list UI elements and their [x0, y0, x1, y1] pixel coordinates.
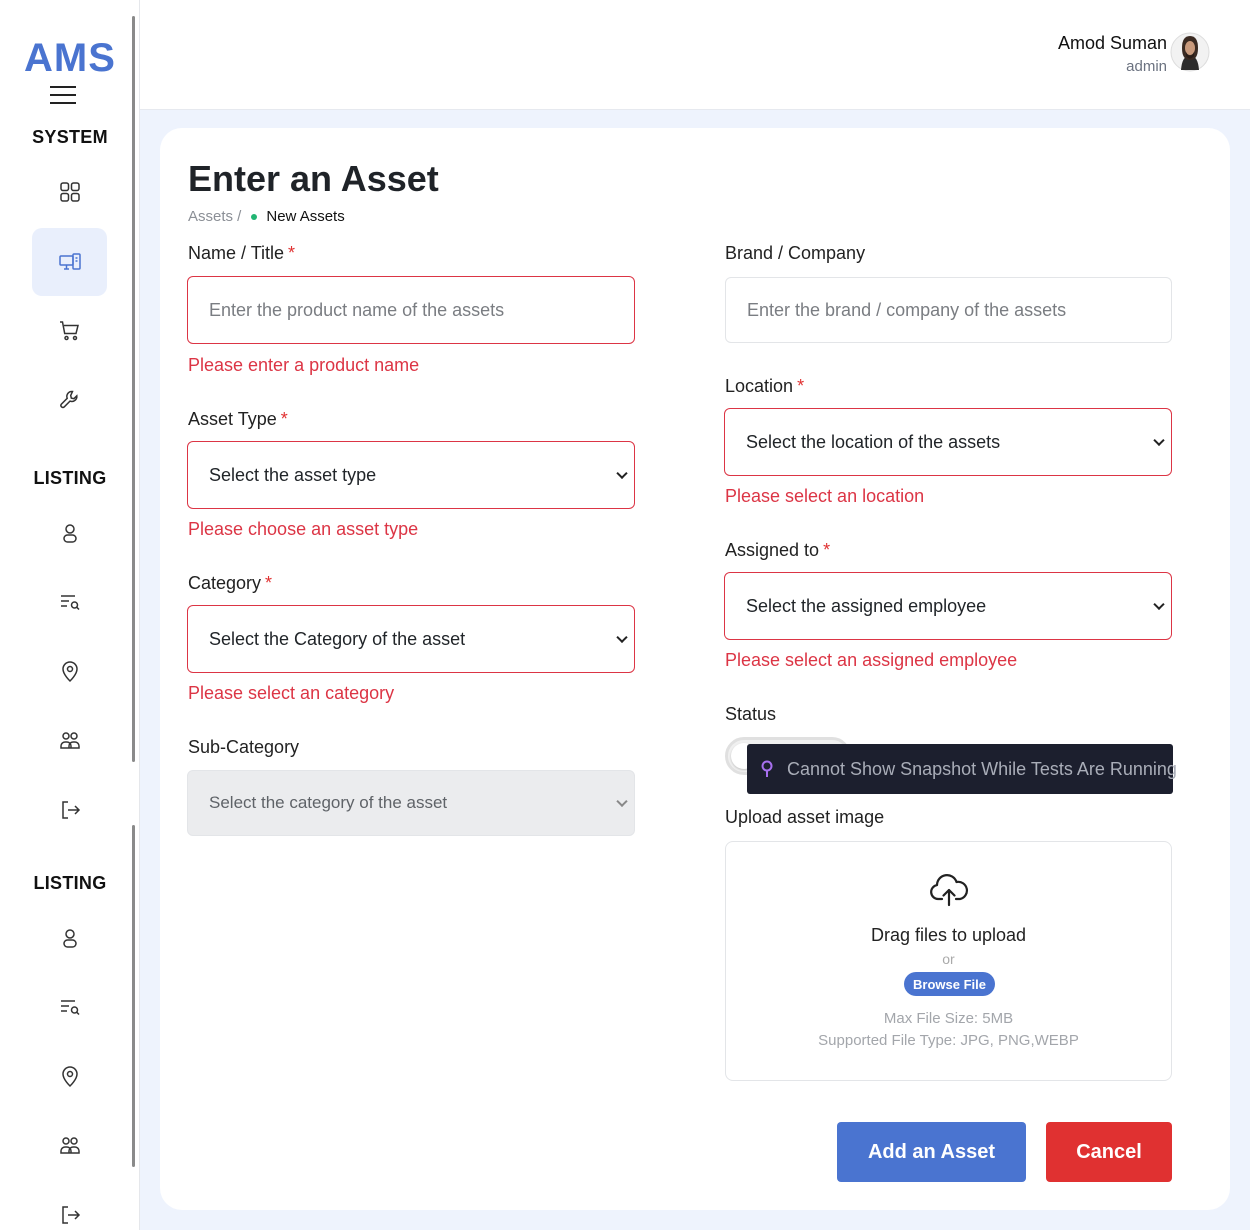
cloud-upload-icon: [930, 874, 969, 907]
name-input[interactable]: Enter the product name of the assets: [187, 276, 635, 344]
location-pin-icon: [61, 661, 78, 683]
page-title: Enter an Asset: [188, 158, 439, 199]
supported-file-types: Supported File Type: JPG, PNG,WEBP: [818, 1032, 1079, 1049]
sidebar-item-logout[interactable]: [32, 776, 107, 844]
sidebar-item-users-secondary[interactable]: [32, 904, 107, 972]
upload-label: Upload asset image: [725, 807, 885, 827]
menu-toggle-icon[interactable]: [50, 86, 76, 104]
assigned-to-error: Please select an assigned employee: [725, 650, 1018, 670]
assigned-to-label: Assigned to *: [725, 540, 831, 560]
max-file-size: Max File Size: 5MB: [883, 1010, 1014, 1027]
sub-category-label: Sub-Category: [188, 737, 300, 757]
sidebar-item-maintenance[interactable]: [32, 366, 107, 434]
sidebar-item-inventory-secondary[interactable]: [32, 973, 107, 1041]
asset-type-error: Please choose an asset type: [188, 519, 419, 539]
sidebar: AMS SYSTEM LISTING LISTING: [0, 0, 140, 1230]
list-search-icon: [60, 1000, 80, 1016]
drag-text: Drag files to upload: [870, 925, 1027, 945]
brand-input[interactable]: Enter the brand / company of the assets: [725, 277, 1172, 343]
breadcrumb-current: New Assets: [266, 208, 345, 225]
user-name: Amod Suman: [1057, 33, 1167, 53]
list-search-icon: [60, 595, 80, 611]
top-header: Amod Suman admin: [140, 0, 1250, 110]
breadcrumb: Assets / New Assets: [188, 208, 345, 225]
sidebar-item-locations-secondary[interactable]: [32, 1042, 107, 1110]
sidebar-item-orders[interactable]: [32, 297, 107, 365]
name-label: Name / Title *: [188, 243, 296, 263]
sidebar-item-locations[interactable]: [32, 637, 107, 705]
category-select[interactable]: Select the Category of the asset: [187, 605, 635, 673]
users-icon: [59, 732, 80, 749]
cancel-button[interactable]: Cancel: [1046, 1122, 1172, 1182]
breadcrumb-dot: [251, 213, 258, 220]
sidebar-item-dashboard[interactable]: [32, 158, 107, 226]
sub-category-select[interactable]: Select the category of the asset: [187, 770, 635, 836]
chevron-down-icon: [616, 467, 628, 480]
browse-file-button[interactable]: Browse File: [904, 972, 995, 996]
or-text: or: [942, 951, 955, 967]
sidebar-item-logout-secondary[interactable]: [32, 1181, 107, 1230]
chevron-down-icon: [616, 795, 628, 808]
location-pin-icon: [61, 1066, 78, 1088]
user-icon: [62, 524, 77, 543]
name-error: Please enter a product name: [188, 355, 420, 375]
logout-icon: [61, 1206, 80, 1224]
location-error: Please select an location: [725, 486, 925, 506]
avatar[interactable]: [1170, 30, 1210, 74]
devices-icon: [58, 253, 81, 270]
logout-icon: [61, 801, 80, 819]
snapshot-tooltip: Cannot Show Snapshot While Tests Are Run…: [747, 744, 1177, 794]
upload-dropzone[interactable]: Drag files to upload or Browse File Max …: [725, 841, 1172, 1081]
sidebar-item-teams-secondary[interactable]: [32, 1112, 107, 1180]
location-label: Location *: [725, 376, 805, 396]
sidebar-item-users[interactable]: [32, 499, 107, 567]
cart-icon: [59, 321, 79, 341]
chevron-down-icon: [1153, 598, 1165, 611]
section-title-system: SYSTEM: [32, 127, 108, 147]
brand-label: Brand / Company: [725, 243, 866, 263]
add-asset-button[interactable]: Add an Asset: [837, 1122, 1026, 1182]
category-error: Please select an category: [188, 683, 395, 703]
asset-type-select[interactable]: Select the asset type: [187, 441, 635, 509]
sidebar-item-assets[interactable]: [32, 228, 107, 296]
users-icon: [59, 1137, 80, 1154]
chevron-down-icon: [616, 631, 628, 644]
user-icon: [62, 929, 77, 948]
sidebar-item-teams[interactable]: [32, 707, 107, 775]
wrench-icon: [59, 390, 78, 409]
pin-icon: [761, 760, 773, 777]
dashboard-icon: [59, 182, 80, 202]
sidebar-item-inventory[interactable]: [32, 568, 107, 636]
breadcrumb-parent[interactable]: Assets /: [188, 208, 241, 225]
category-label: Category *: [188, 573, 273, 593]
chevron-down-icon: [1153, 434, 1165, 447]
location-select[interactable]: Select the location of the assets: [724, 408, 1172, 476]
asset-type-label: Asset Type *: [188, 409, 288, 429]
section-title-listing-secondary: LISTING: [33, 873, 107, 893]
assigned-to-select[interactable]: Select the assigned employee: [724, 572, 1172, 640]
status-label: Status: [725, 704, 777, 724]
user-role: admin: [1126, 58, 1167, 75]
app-logo: AMS: [24, 36, 116, 80]
section-title-listing: LISTING: [33, 468, 107, 488]
